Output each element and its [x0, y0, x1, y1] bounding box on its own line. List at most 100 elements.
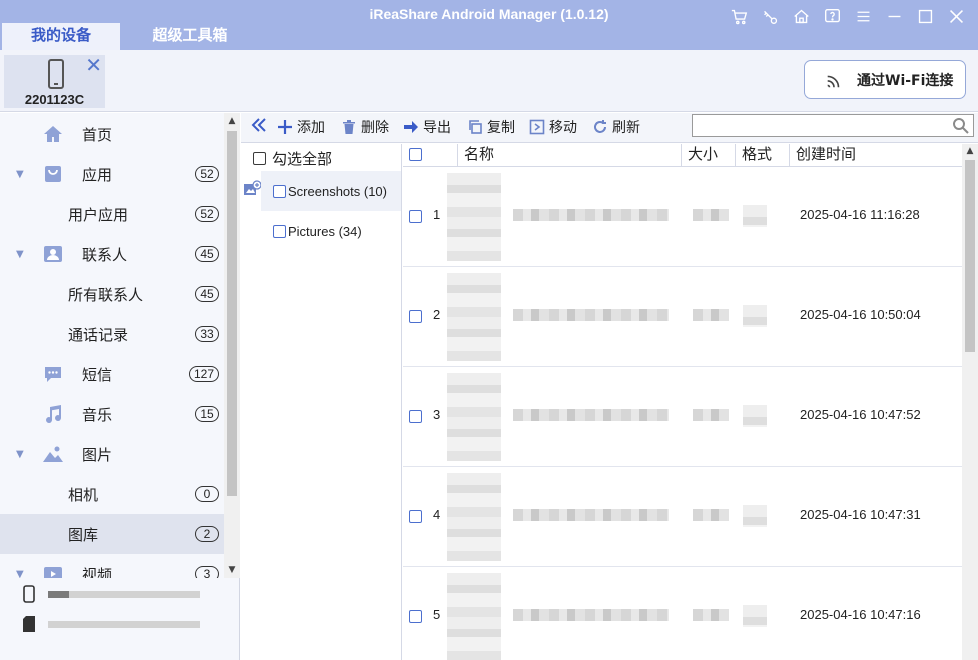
- count-badge: 15: [195, 406, 219, 422]
- sidebar-item-music[interactable]: 音乐 15: [0, 394, 224, 434]
- table-row[interactable]: 5 2025-04-16 10:47:16: [403, 567, 962, 660]
- select-all-rows-checkbox[interactable]: [409, 148, 422, 161]
- add-button[interactable]: 添加: [277, 117, 325, 137]
- copy-button[interactable]: 复制: [467, 117, 515, 137]
- new-album-icon[interactable]: [243, 180, 261, 198]
- count-badge: 0: [195, 486, 219, 502]
- device-strip: ✕ 2201123C 通过Wi-Fi连接: [0, 50, 978, 112]
- sidebar-item-user-apps[interactable]: 用户应用 52: [0, 194, 224, 234]
- sidebar-item-messages[interactable]: 短信 127: [0, 354, 224, 394]
- blurred-file-size: [693, 309, 729, 321]
- column-format[interactable]: 格式: [735, 144, 789, 167]
- blurred-file-size: [693, 209, 729, 221]
- scrollbar-thumb[interactable]: [227, 131, 237, 496]
- sidebar-item-photos[interactable]: ▼ 图片: [0, 434, 224, 474]
- image-thumbnail[interactable]: [447, 573, 501, 660]
- row-checkbox[interactable]: [409, 310, 422, 323]
- move-button[interactable]: 移动: [529, 117, 577, 137]
- scroll-up-arrow-icon[interactable]: ▲: [224, 116, 240, 126]
- refresh-button[interactable]: 刷新: [592, 117, 640, 137]
- table-row[interactable]: 1 2025-04-16 11:16:28: [403, 167, 962, 267]
- table-row[interactable]: 3 2025-04-16 10:47:52: [403, 367, 962, 467]
- wifi-connect-button[interactable]: 通过Wi-Fi连接: [804, 60, 966, 99]
- collapse-arrow-icon[interactable]: ▼: [16, 449, 24, 460]
- collapse-arrow-icon[interactable]: ▼: [16, 169, 24, 180]
- image-thumbnail[interactable]: [447, 273, 501, 361]
- count-badge: 3: [195, 566, 219, 578]
- row-checkbox[interactable]: [409, 410, 422, 423]
- sidebar-item-gallery[interactable]: 图库 2: [0, 514, 224, 554]
- collapse-arrow-icon[interactable]: ▼: [16, 249, 24, 260]
- row-checkbox[interactable]: [409, 510, 422, 523]
- table-row[interactable]: 2 2025-04-16 10:50:04: [403, 267, 962, 367]
- trash-icon: [343, 120, 355, 134]
- export-button[interactable]: 导出: [403, 117, 451, 137]
- phone-storage: [22, 585, 200, 603]
- column-created[interactable]: 创建时间: [789, 144, 962, 167]
- blurred-file-size: [693, 509, 729, 521]
- select-all-checkbox[interactable]: [253, 152, 266, 165]
- minimize-icon[interactable]: [879, 5, 910, 27]
- table-row[interactable]: 4 2025-04-16 10:47:31: [403, 467, 962, 567]
- sidebar-item-contacts[interactable]: ▼ 联系人 45: [0, 234, 224, 274]
- sidebar-item-label: 联系人: [82, 245, 128, 264]
- sidebar-item-home[interactable]: 首页: [0, 114, 224, 154]
- row-checkbox[interactable]: [409, 210, 422, 223]
- tab-my-devices[interactable]: 我的设备: [2, 23, 120, 50]
- created-time: 2025-04-16 10:50:04: [800, 307, 921, 322]
- sidebar-scrollbar[interactable]: ▲ ▼: [224, 113, 240, 578]
- help-icon[interactable]: [817, 5, 848, 27]
- app-bag-icon: [42, 163, 64, 185]
- sidebar-item-all-contacts[interactable]: 所有联系人 45: [0, 274, 224, 314]
- search-input[interactable]: [693, 115, 943, 136]
- search-icon[interactable]: [952, 117, 970, 135]
- menu-icon[interactable]: [848, 5, 879, 27]
- scroll-down-arrow-icon[interactable]: ▼: [224, 565, 240, 575]
- key-icon[interactable]: [755, 5, 786, 27]
- scroll-up-arrow-icon[interactable]: ▲: [962, 146, 978, 156]
- row-checkbox[interactable]: [409, 610, 422, 623]
- scrollbar-thumb[interactable]: [965, 160, 975, 352]
- close-icon[interactable]: [941, 5, 972, 27]
- sd-storage: [22, 615, 200, 633]
- sidebar-item-call-log[interactable]: 通话记录 33: [0, 314, 224, 354]
- picture-icon: [42, 443, 64, 465]
- table-scrollbar[interactable]: ▲: [962, 144, 978, 660]
- image-thumbnail[interactable]: [447, 473, 501, 561]
- collapse-panel-icon[interactable]: [251, 117, 267, 133]
- tab-toolbox[interactable]: 超级工具箱: [130, 23, 250, 50]
- blurred-file-name: [513, 609, 669, 621]
- select-all-albums[interactable]: 勾选全部: [253, 148, 332, 169]
- toolbar: 添加 删除 导出 复制 移动 刷新: [241, 113, 978, 143]
- move-icon: [529, 119, 545, 135]
- search-box[interactable]: [692, 114, 974, 137]
- count-badge: 2: [195, 526, 219, 542]
- window-controls: [724, 5, 972, 27]
- collapse-arrow-icon[interactable]: ▼: [16, 569, 24, 579]
- device-card[interactable]: ✕ 2201123C: [4, 53, 105, 108]
- sidebar-item-videos[interactable]: ▼ 视频 3: [0, 554, 224, 578]
- delete-button[interactable]: 删除: [341, 117, 389, 137]
- album-checkbox[interactable]: [273, 224, 286, 238]
- blurred-file-size: [693, 609, 729, 621]
- sidebar-item-label: 图片: [82, 445, 113, 464]
- cart-icon[interactable]: [724, 5, 755, 27]
- sidebar-nav: 首页 ▼ 应用 52 用户应用 52 ▼ 联系人 45 所有联系人 45 通话记…: [0, 113, 224, 578]
- album-checkbox[interactable]: [273, 184, 286, 198]
- album-item-screenshots[interactable]: Screenshots (10): [261, 171, 401, 211]
- column-name[interactable]: 名称: [457, 144, 681, 167]
- disconnect-device-icon[interactable]: ✕: [85, 53, 102, 77]
- blurred-file-name: [513, 309, 669, 321]
- maximize-icon[interactable]: [910, 5, 941, 27]
- sidebar-item-label: 视频: [82, 565, 113, 579]
- device-name: 2201123C: [24, 92, 85, 107]
- sidebar-item-camera[interactable]: 相机 0: [0, 474, 224, 514]
- album-item-pictures[interactable]: Pictures (34): [261, 211, 401, 251]
- image-thumbnail[interactable]: [447, 173, 501, 261]
- created-time: 2025-04-16 10:47:31: [800, 507, 921, 522]
- home-icon[interactable]: [786, 5, 817, 27]
- sd-storage-bar: [48, 620, 200, 628]
- column-size[interactable]: 大小: [681, 144, 735, 167]
- image-thumbnail[interactable]: [447, 373, 501, 461]
- sidebar-item-apps[interactable]: ▼ 应用 52: [0, 154, 224, 194]
